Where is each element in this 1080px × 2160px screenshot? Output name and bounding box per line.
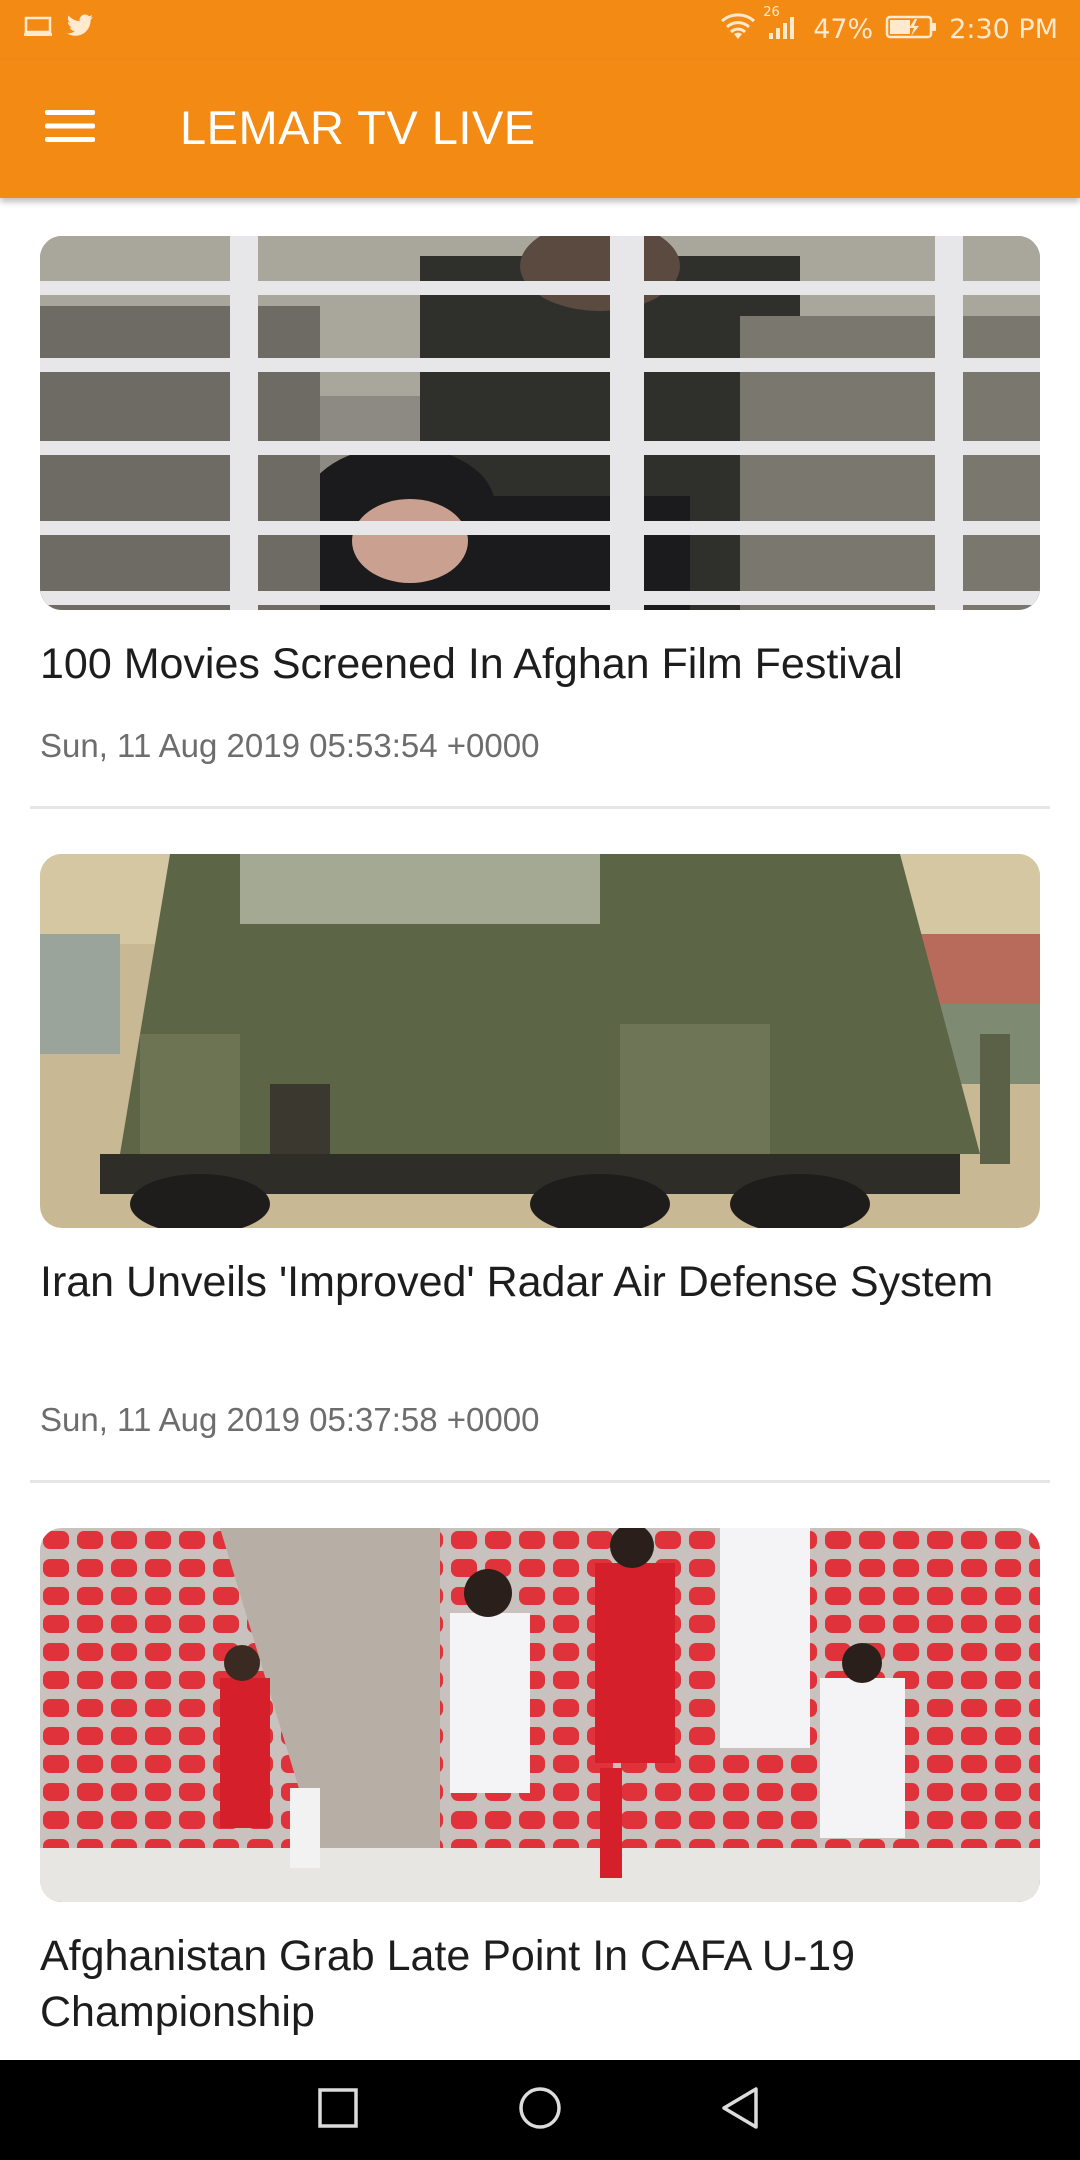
article-image[interactable]: [40, 1528, 1040, 1902]
article-headline[interactable]: Iran Unveils 'Improved' Radar Air Defens…: [40, 1254, 1040, 1310]
cell-signal-icon: 26: [763, 5, 801, 48]
recent-apps-button[interactable]: [306, 2078, 370, 2142]
system-nav-bar: [0, 2060, 1080, 2160]
divider: [30, 1480, 1050, 1483]
wifi-icon: [721, 12, 756, 48]
battery-percent: 47%: [813, 14, 874, 45]
twitter-icon: [66, 14, 94, 45]
hamburger-menu-icon: [45, 108, 95, 149]
article-headline[interactable]: Afghanistan Grab Late Point In CAFA U-19…: [40, 1928, 1040, 2040]
news-feed[interactable]: 100 Movies Screened In Afghan Film Festi…: [0, 198, 1080, 2060]
back-button[interactable]: [708, 2078, 772, 2142]
battery-icon: [885, 14, 937, 47]
screen-cast-icon: [24, 14, 52, 45]
status-time: 2:30 PM: [949, 14, 1058, 45]
menu-button[interactable]: [30, 90, 110, 166]
article-image[interactable]: [40, 236, 1040, 610]
recent-apps-icon: [318, 2087, 358, 2133]
status-bar: 26 47% 2:30 PM: [0, 0, 1080, 60]
home-icon: [518, 2086, 562, 2135]
article-image[interactable]: [40, 854, 1040, 1228]
article-headline[interactable]: 100 Movies Screened In Afghan Film Festi…: [40, 636, 1040, 692]
app-bar: LEMAR TV LIVE: [0, 60, 1080, 198]
article-date: Sun, 11 Aug 2019 05:53:54 +0000: [40, 727, 540, 764]
article-card[interactable]: Iran Unveils 'Improved' Radar Air Defens…: [0, 854, 1080, 1494]
status-left-icons: [24, 14, 94, 45]
status-right-icons: 26 47% 2:30 PM: [721, 5, 1058, 48]
app-title: LEMAR TV LIVE: [180, 101, 536, 154]
back-icon: [720, 2086, 760, 2135]
network-type-label: 26: [763, 4, 780, 20]
home-button[interactable]: [508, 2078, 572, 2142]
article-card[interactable]: Afghanistan Grab Late Point In CAFA U-19…: [0, 1528, 1080, 2060]
article-date: Sun, 11 Aug 2019 05:37:58 +0000: [40, 1401, 540, 1438]
divider: [30, 806, 1050, 809]
article-card[interactable]: 100 Movies Screened In Afghan Film Festi…: [0, 236, 1080, 816]
